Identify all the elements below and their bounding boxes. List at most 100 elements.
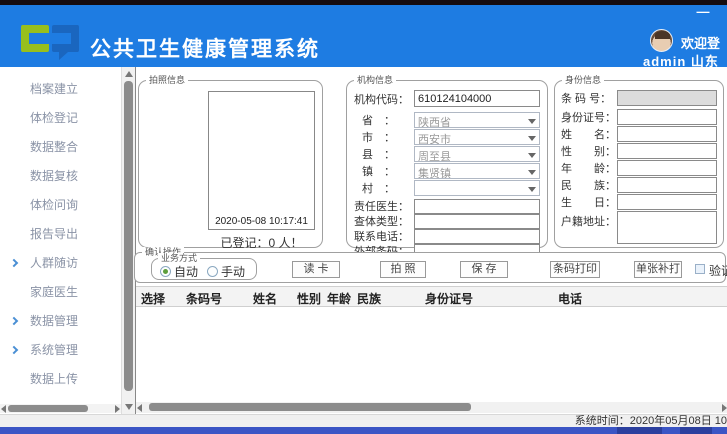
identity-panel: 身份信息 条 码 号： 身份证号： 姓 名： 性 别： 年 龄： xyxy=(554,80,724,248)
verify-checkbox-label: 验证 xyxy=(709,262,727,279)
sidebar-item-label: 系统管理 xyxy=(30,343,78,357)
read-card-button[interactable]: 读 卡 xyxy=(292,261,340,278)
town-value: 集贤镇 xyxy=(418,168,451,179)
sidebar-item-label: 报告导出 xyxy=(30,227,78,241)
verify-checkbox[interactable] xyxy=(695,264,705,274)
city-value: 西安市 xyxy=(418,134,451,145)
main-horizontal-scrollbar[interactable] xyxy=(136,402,727,413)
barcode-label: 条 码 号： xyxy=(561,90,617,106)
scrollbar-thumb[interactable] xyxy=(8,405,88,412)
scroll-left-icon[interactable] xyxy=(1,405,6,413)
dropdown-arrow-icon xyxy=(528,153,536,158)
sidebar-item-label: 档案建立 xyxy=(30,82,78,96)
address-textarea[interactable] xyxy=(617,211,717,244)
idcard-input[interactable] xyxy=(617,109,717,125)
town-select[interactable]: 集贤镇 xyxy=(414,163,540,179)
birthday-input[interactable] xyxy=(617,194,717,210)
app-logo-icon xyxy=(21,24,81,62)
scroll-left-icon[interactable] xyxy=(137,404,142,412)
scroll-right-icon[interactable] xyxy=(722,404,727,412)
province-select[interactable]: 陕西省 xyxy=(414,112,540,128)
org-panel: 机构信息 机构代码： 省 ： 陕西省 市 ： 西安市 县 ： 周至县 镇 ： 集… xyxy=(346,80,548,248)
photo-panel: 拍照信息 2020-05-08 10:17:41 已登记：0 人！ xyxy=(138,80,323,248)
birthday-label: 生 日： xyxy=(561,194,617,210)
identity-panel-legend: 身份信息 xyxy=(562,75,604,86)
minimize-icon[interactable]: — xyxy=(694,6,712,20)
photo-timestamp: 2020-05-08 10:17:41 xyxy=(209,216,314,227)
sidebar-item-data-merge[interactable]: 数据整合 xyxy=(0,133,121,162)
radio-auto-label: 自动 xyxy=(174,263,198,280)
sidebar-item-system-manage[interactable]: 系统管理 xyxy=(0,336,121,365)
exam-type-label: 查体类型： xyxy=(354,213,414,229)
save-button[interactable]: 保 存 xyxy=(460,261,508,278)
status-bar: 系统时间：2020年05月08日 10 xyxy=(0,414,727,427)
scroll-up-icon[interactable] xyxy=(125,71,133,77)
main-content: 拍照信息 2020-05-08 10:17:41 已登记：0 人！ 机构信息 机… xyxy=(135,67,727,414)
col-select: 选择 xyxy=(141,290,165,307)
table-body-empty xyxy=(136,308,727,402)
sidebar-item-data-review[interactable]: 数据复核 xyxy=(0,162,121,191)
province-value: 陕西省 xyxy=(418,117,451,128)
sidebar-item-report-export[interactable]: 报告导出 xyxy=(0,220,121,249)
mode-groupbox: 业务方式 自动 手动 xyxy=(151,258,257,280)
exam-type-input[interactable] xyxy=(414,214,540,229)
sidebar-horizontal-scrollbar[interactable] xyxy=(0,404,121,413)
ethnicity-input[interactable] xyxy=(617,177,717,193)
chevron-right-icon xyxy=(10,317,18,325)
doctor-label: 责任医生： xyxy=(354,198,414,214)
gender-input[interactable] xyxy=(617,143,717,159)
scroll-right-icon[interactable] xyxy=(115,405,120,413)
sidebar-item-exam-inquiry[interactable]: 体检问询 xyxy=(0,191,121,220)
table-header: 选择 条码号 姓名 性别 年龄 民族 身份证号 电话 xyxy=(136,286,727,307)
org-code-input[interactable] xyxy=(414,90,540,107)
logo-tail xyxy=(59,52,68,60)
county-select[interactable]: 周至县 xyxy=(414,146,540,162)
village-label: 村 ： xyxy=(362,180,414,196)
sidebar-item-family-doctor[interactable]: 家庭医生 xyxy=(0,278,121,307)
sidebar-item-data-manage[interactable]: 数据管理 xyxy=(0,307,121,336)
user-avatar xyxy=(650,29,673,52)
sidebar-item-data-upload[interactable]: 数据上传 xyxy=(0,365,121,394)
scrollbar-thumb[interactable] xyxy=(124,81,133,391)
col-phone: 电话 xyxy=(558,290,582,307)
name-input[interactable] xyxy=(617,126,717,142)
col-gender: 性别 xyxy=(297,290,321,307)
city-label: 市 ： xyxy=(362,129,414,145)
age-input[interactable] xyxy=(617,160,717,176)
col-age: 年龄 xyxy=(327,290,351,307)
page-title: 公共卫生健康管理系统 xyxy=(90,33,320,63)
col-barcode: 条码号 xyxy=(186,290,222,307)
city-select[interactable]: 西安市 xyxy=(414,129,540,145)
confirm-panel: 确认操作 业务方式 自动 手动 读 卡 拍 照 保 存 条码打印 单张补打 验证 xyxy=(134,252,726,283)
province-label: 省 ： xyxy=(362,112,414,128)
take-photo-button[interactable]: 拍 照 xyxy=(380,261,426,278)
sidebar-item-archive-create[interactable]: 档案建立 xyxy=(0,75,121,104)
dropdown-arrow-icon xyxy=(528,187,536,192)
main-vertical-scrollbar[interactable] xyxy=(121,67,135,414)
sidebar-item-followup[interactable]: 人群随访 xyxy=(0,249,121,278)
dropdown-arrow-icon xyxy=(528,119,536,124)
name-label: 姓 名： xyxy=(561,126,617,142)
chevron-right-icon xyxy=(10,346,18,354)
radio-manual[interactable]: 手动 xyxy=(207,263,245,280)
sidebar-item-label: 家庭医生 xyxy=(30,285,78,299)
address-label: 户籍地址： xyxy=(561,211,617,229)
doctor-input[interactable] xyxy=(414,199,540,214)
registered-count-text: 已登记：0 人！ xyxy=(208,234,315,251)
system-time-text: 系统时间：2020年05月08日 10 xyxy=(575,415,727,427)
village-select[interactable] xyxy=(414,180,540,196)
photo-panel-legend: 拍照信息 xyxy=(146,75,188,86)
scroll-down-icon[interactable] xyxy=(125,404,133,410)
scrollbar-thumb[interactable] xyxy=(149,403,471,411)
county-label: 县 ： xyxy=(362,146,414,162)
sidebar-item-exam-register[interactable]: 体检登记 xyxy=(0,104,121,133)
phone-input[interactable] xyxy=(414,229,540,244)
col-ethnic: 民族 xyxy=(357,290,381,307)
dropdown-arrow-icon xyxy=(528,170,536,175)
taskbar-segment xyxy=(680,427,712,434)
radio-auto[interactable]: 自动 xyxy=(160,263,198,280)
town-label: 镇 ： xyxy=(362,163,414,179)
radio-unchecked-icon xyxy=(207,266,218,277)
barcode-print-button[interactable]: 条码打印 xyxy=(550,261,600,278)
reprint-button[interactable]: 单张补打 xyxy=(634,261,682,278)
